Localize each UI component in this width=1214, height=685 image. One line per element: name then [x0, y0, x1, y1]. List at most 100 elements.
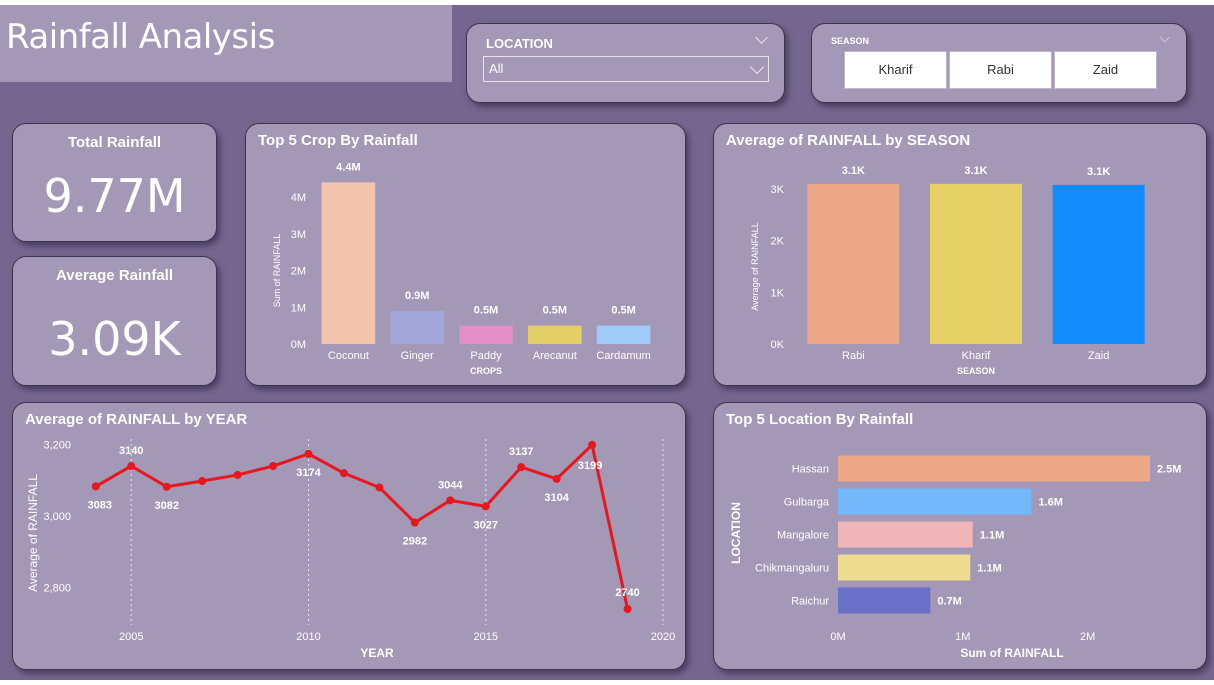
point-label: 3082 [154, 500, 178, 512]
season-chart-card: Average of RAINFALL by SEASON 0K 1K 2K 3K 3.… [713, 123, 1207, 386]
average-rainfall-label: Average Rainfall [56, 267, 173, 284]
location-dropdown-value: All [489, 61, 504, 76]
x-axis-title: Sum of RAINFALL [960, 646, 1063, 660]
data-point [233, 470, 242, 479]
data-label: 0.5M [474, 305, 498, 317]
x-tick-label: Coconut [328, 350, 369, 362]
point-label: 3104 [544, 492, 569, 504]
bar [930, 183, 1022, 344]
y-tick-label: 2K [771, 236, 785, 248]
season-option-rabi[interactable]: Rabi [949, 51, 1052, 89]
x-tick-label: Ginger [401, 350, 434, 362]
series-line [95, 443, 630, 610]
slicer-collapse-chevron-icon[interactable] [1159, 32, 1170, 43]
x-tick-label: Arecanut [533, 350, 577, 362]
bar [807, 183, 900, 344]
x-tick-label: Kharif [962, 350, 992, 362]
data-point [198, 477, 207, 486]
x-tick-label: Rabi [842, 350, 865, 362]
data-point [446, 496, 455, 505]
season-option-zaid[interactable]: Zaid [1054, 51, 1157, 89]
y-tick-label: 2,800 [43, 583, 71, 595]
average-rainfall-card: Average Rainfall 3.09K [12, 256, 217, 386]
chevron-down-icon [749, 59, 765, 75]
data-label: 3.1K [842, 165, 865, 177]
category-label: Mangalore [777, 530, 829, 542]
season-option-kharif[interactable]: Kharif [844, 51, 947, 89]
data-label: 0.7M [937, 596, 961, 608]
slicer-collapse-chevron-icon[interactable] [755, 31, 768, 44]
x-tick-label: Paddy [470, 350, 502, 362]
x-tick-label: 0M [830, 631, 845, 643]
page-title: Rainfall Analysis [6, 17, 275, 57]
bar [838, 488, 1032, 515]
category-label: Hassan [792, 464, 829, 476]
location-slicer-label: LOCATION [486, 36, 553, 51]
location-chart: Hassan 2.5M Gulbarga 1.6M Mangalore 1.1M Chikm… [729, 455, 1181, 660]
year-chart-card: Average of RAINFALL by YEAR 2005 2010 2015… [12, 402, 686, 670]
bar [459, 325, 513, 344]
point-label: 3199 [578, 460, 602, 472]
data-label: 1.6M [1038, 497, 1062, 509]
x-tick-label: 2M [1080, 631, 1095, 643]
category-label: Gulbarga [784, 497, 830, 509]
data-label: 3.1K [1087, 166, 1110, 178]
data-point [410, 518, 419, 527]
data-point [304, 449, 313, 458]
category-label: Chikmangaluru [755, 563, 829, 575]
x-tick-label: 2010 [296, 631, 320, 643]
data-label: 1.1M [980, 530, 1004, 542]
location-dropdown[interactable]: All [483, 56, 769, 82]
data-label: 0.5M [611, 305, 635, 317]
crop-chart: 0M 1M 2M 3M 4M 4.4M Coconut 0.9M Ginger 0.5M Paddy… [272, 161, 651, 376]
data-point [91, 482, 100, 491]
data-point [517, 463, 526, 472]
y-tick-label: 3M [291, 229, 306, 241]
bar [321, 182, 376, 344]
y-axis-title: LOCATION [729, 502, 743, 564]
data-point [623, 605, 632, 613]
y-axis-title: Average of RAINFALL [26, 474, 40, 592]
location-slicer: LOCATION All [466, 23, 785, 103]
x-tick-label: Cardamum [596, 350, 650, 362]
x-tick-label: 2020 [651, 631, 675, 643]
y-axis-title: Sum of RAINFALL [272, 234, 282, 308]
bar [1052, 184, 1145, 344]
season-slicer-label: SEASON [831, 36, 870, 46]
total-rainfall-label: Total Rainfall [67, 134, 162, 151]
data-point [339, 469, 348, 478]
data-label: 3.1K [964, 165, 987, 177]
x-axis-title: SEASON [957, 366, 995, 376]
data-point [552, 474, 561, 483]
data-point [481, 502, 490, 511]
data-label: 1.1M [977, 563, 1001, 575]
y-tick-label: 3,200 [43, 440, 71, 452]
data-label: 4.4M [336, 161, 360, 173]
data-label: 0.9M [405, 290, 429, 302]
point-label: 3083 [88, 499, 112, 511]
bottom-strip [0, 680, 1214, 685]
y-tick-label: 1K [771, 287, 785, 299]
season-slicer: SEASON Kharif Rabi Zaid [811, 23, 1187, 103]
point-label: 3137 [509, 446, 533, 458]
y-tick-label: 0M [291, 339, 306, 351]
x-tick-label: Zaid [1088, 350, 1109, 362]
bar [390, 310, 445, 344]
season-chart: 0K 1K 2K 3K 3.1K Rabi 3.1K Kharif 3.1K Zaid SEASON… [750, 165, 1145, 376]
y-tick-label: 4M [291, 192, 306, 204]
y-axis-title: Average of RAINFALL [750, 222, 760, 310]
bar [838, 521, 973, 548]
x-tick-label: 2005 [119, 631, 143, 643]
data-label: 2.5M [1157, 464, 1181, 476]
data-point [588, 440, 597, 449]
point-label: 3174 [296, 467, 321, 479]
x-axis-title: CROPS [470, 366, 502, 376]
bar [596, 325, 651, 344]
y-tick-label: 2M [291, 266, 306, 278]
data-point [269, 462, 278, 471]
bar [838, 587, 931, 614]
bar [838, 455, 1150, 482]
data-point [162, 482, 171, 491]
total-rainfall-value: 9.77M [43, 169, 186, 223]
y-tick-label: 3K [771, 184, 785, 196]
